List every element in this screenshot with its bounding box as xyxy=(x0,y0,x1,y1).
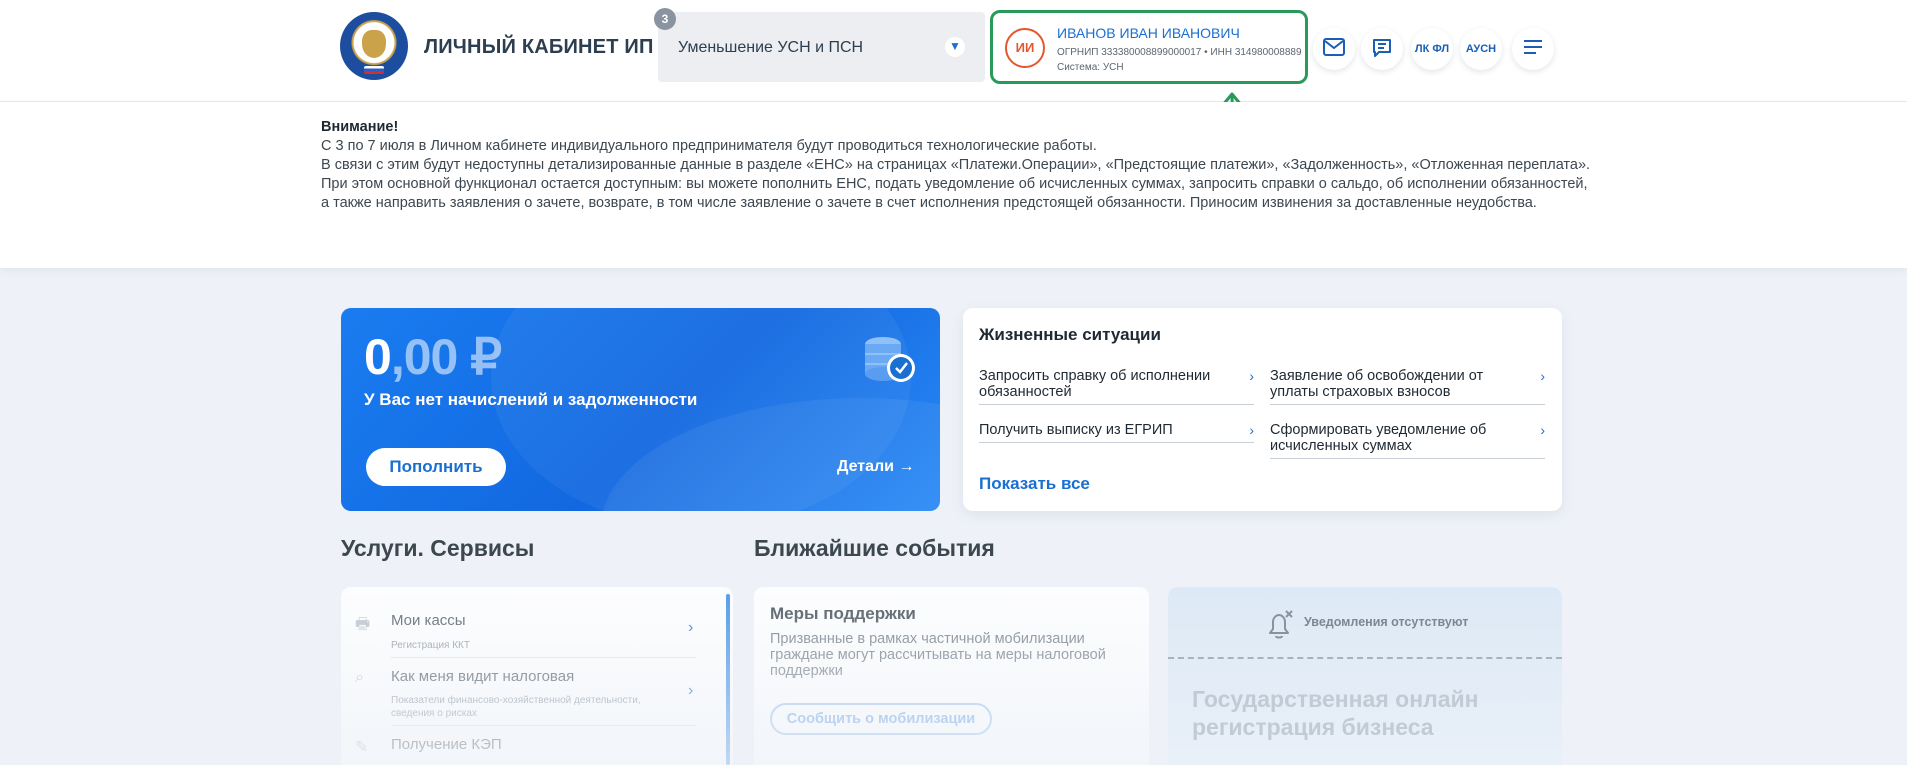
chevron-right-icon: › xyxy=(688,619,694,636)
hamburger-menu-icon xyxy=(1524,40,1542,54)
notice-line: При этом основной функционал остается до… xyxy=(321,176,1588,211)
notice-line: В связи с этим будут недоступны детализи… xyxy=(321,157,1591,173)
top-header: ЛИЧНЫЙ КАБИНЕТ ИП 3 Уменьшение УСН и ПСН… xyxy=(0,0,1907,102)
lk-fl-button[interactable]: ЛК ФЛ xyxy=(1411,28,1453,70)
balance-card: 0,00 ₽ У Вас нет начислений и задолженно… xyxy=(341,308,940,511)
services-title: Услуги. Сервисы xyxy=(341,535,535,561)
signature-key-icon: ✎ xyxy=(355,739,369,756)
magnifier-icon: ⌕ xyxy=(355,669,364,686)
selector-badge: 3 xyxy=(654,8,676,30)
messages-button[interactable] xyxy=(1361,28,1403,70)
profile-tax-system: Система: УСН xyxy=(1057,62,1124,73)
support-title: Меры поддержки xyxy=(770,604,916,623)
flag-icon xyxy=(364,66,384,74)
mail-button[interactable] xyxy=(1313,28,1355,70)
coins-check-icon xyxy=(865,337,915,382)
fns-logo[interactable] xyxy=(340,12,408,80)
chevron-right-icon: › xyxy=(1249,368,1254,384)
support-measures-card: Меры поддержки Призванные в рамках части… xyxy=(754,587,1149,765)
services-list: 🖶 Мои кассы Регистрация ККТ › ⌕ Как меня… xyxy=(341,587,733,765)
bell-off-icon xyxy=(1269,610,1293,639)
events-title: Ближайшие события xyxy=(754,535,995,561)
life-item[interactable]: Заявление об освобождении от уплаты стра… xyxy=(1270,368,1545,405)
report-mobilization-button[interactable]: Сообщить о мобилизации xyxy=(770,703,992,735)
profile-card[interactable]: ИИ ИВАНОВ ИВАН ИВАНОВИЧ ОГРНИП 333380008… xyxy=(990,10,1308,84)
brand-title[interactable]: ЛИЧНЫЙ КАБИНЕТ ИП xyxy=(424,36,654,59)
maintenance-notice: Внимание! С 3 по 7 июля в Личном кабинет… xyxy=(0,102,1907,268)
profile-ids: ОГРНИП 333380008899000017 • ИНН 31498000… xyxy=(1057,47,1302,58)
support-description: Призванные в рамках частичной мобилизаци… xyxy=(770,631,1106,679)
chevron-right-icon: › xyxy=(688,682,694,699)
show-all-link[interactable]: Показать все xyxy=(979,474,1090,494)
mail-icon xyxy=(1323,38,1345,56)
taxation-selector[interactable]: 3 Уменьшение УСН и ПСН ▼ xyxy=(654,8,985,82)
notifications-card: Уведомления отсутствуют Государственная … xyxy=(1168,587,1562,765)
topup-button[interactable]: Пополнить xyxy=(366,448,506,486)
chevron-right-icon: › xyxy=(1540,368,1545,384)
balance-message: У Вас нет начислений и задолженности xyxy=(364,390,698,409)
life-item[interactable]: Запросить справку об исполнении обязанно… xyxy=(979,368,1254,405)
eagle-emblem-icon xyxy=(362,30,386,58)
ausn-button[interactable]: АУСН xyxy=(1460,28,1502,70)
chat-icon xyxy=(1373,39,1391,57)
profile-name: ИВАНОВ ИВАН ИВАНОВИЧ xyxy=(1057,25,1240,41)
life-item[interactable]: Получить выписку из ЕГРИП › xyxy=(979,422,1254,443)
selector-label: Уменьшение УСН и ПСН xyxy=(678,39,864,56)
life-item[interactable]: Сформировать уведомление об исчисленных … xyxy=(1270,422,1545,459)
notifications-empty: Уведомления отсутствуют xyxy=(1304,615,1469,629)
chevron-right-icon: › xyxy=(1249,422,1254,438)
business-registration-promo[interactable]: Государственная онлайн регистрация бизне… xyxy=(1192,685,1542,741)
life-situations-title: Жизненные ситуации xyxy=(979,325,1161,344)
life-situations-card: Жизненные ситуации Запросить справку об … xyxy=(963,308,1562,511)
arrow-right-icon: → xyxy=(898,458,915,475)
menu-button[interactable] xyxy=(1512,28,1554,70)
notice-title: Внимание! xyxy=(321,119,399,135)
chevron-down-icon[interactable]: ▼ xyxy=(945,37,965,57)
avatar: ИИ xyxy=(1005,28,1045,68)
scrollbar[interactable] xyxy=(726,594,730,765)
details-link[interactable]: Детали → xyxy=(837,458,914,476)
balance-amount: 0,00 ₽ xyxy=(364,329,502,385)
notice-line: С 3 по 7 июля в Личном кабинете индивиду… xyxy=(321,138,1097,154)
chevron-right-icon: › xyxy=(1540,422,1545,438)
cash-register-icon: 🖶 xyxy=(355,616,371,633)
